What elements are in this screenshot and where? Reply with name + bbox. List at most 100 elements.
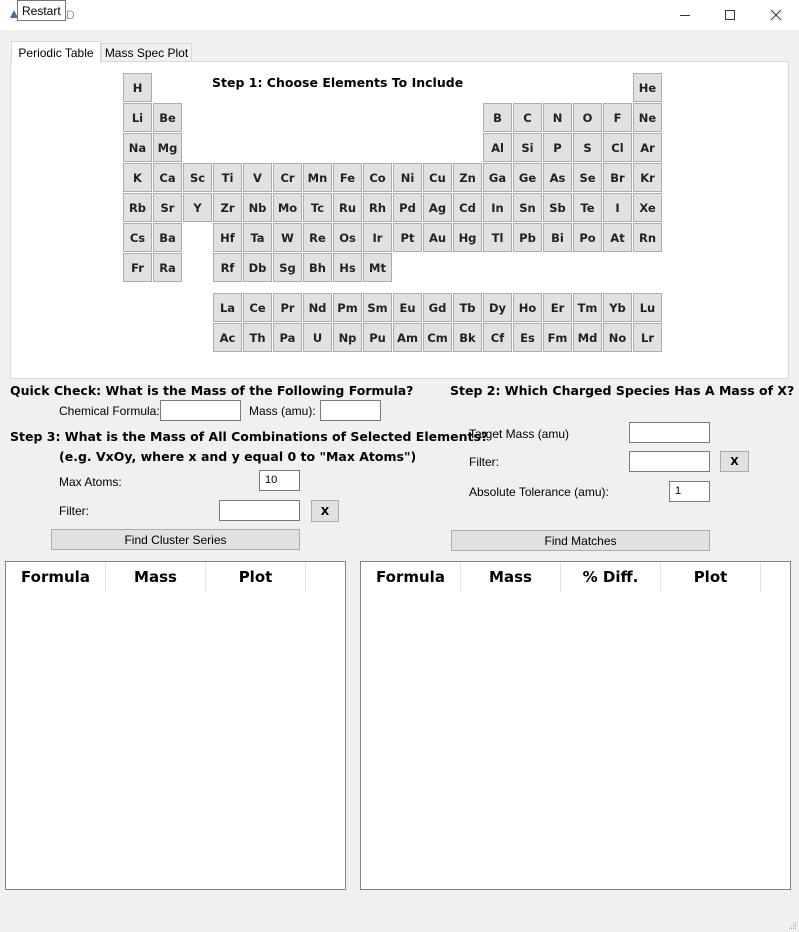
element-button-ac[interactable]: Ac	[213, 323, 242, 352]
element-button-o[interactable]: O	[573, 103, 602, 132]
element-button-na[interactable]: Na	[123, 133, 152, 162]
element-button-u[interactable]: U	[303, 323, 332, 352]
element-button-au[interactable]: Au	[423, 223, 452, 252]
element-button-pd[interactable]: Pd	[393, 193, 422, 222]
element-button-tb[interactable]: Tb	[453, 293, 482, 322]
element-button-po[interactable]: Po	[573, 223, 602, 252]
element-button-md[interactable]: Md	[573, 323, 602, 352]
element-button-al[interactable]: Al	[483, 133, 512, 162]
chemical-formula-input[interactable]	[160, 400, 241, 421]
tab-mass-spec-plot[interactable]: Mass Spec Plot	[101, 43, 192, 62]
element-button-pb[interactable]: Pb	[513, 223, 542, 252]
step2-clear-filter-button[interactable]: X	[720, 451, 749, 472]
column-header-mass[interactable]: Mass	[461, 562, 561, 592]
close-button[interactable]	[753, 0, 799, 30]
column-header-mass[interactable]: Mass	[106, 562, 206, 592]
element-button-bh[interactable]: Bh	[303, 253, 332, 282]
element-button-fr[interactable]: Fr	[123, 253, 152, 282]
element-button-cd[interactable]: Cd	[453, 193, 482, 222]
step3-filter-input[interactable]	[219, 500, 300, 521]
element-button-sg[interactable]: Sg	[273, 253, 302, 282]
element-button-th[interactable]: Th	[243, 323, 272, 352]
element-button-ni[interactable]: Ni	[393, 163, 422, 192]
element-button-he[interactable]: He	[633, 73, 662, 102]
element-button-y[interactable]: Y	[183, 193, 212, 222]
tolerance-input[interactable]: 1	[669, 481, 710, 502]
element-button-cr[interactable]: Cr	[273, 163, 302, 192]
element-button-sm[interactable]: Sm	[363, 293, 392, 322]
element-button-sr[interactable]: Sr	[153, 193, 182, 222]
element-button-rh[interactable]: Rh	[363, 193, 392, 222]
element-button-zr[interactable]: Zr	[213, 193, 242, 222]
element-button-ru[interactable]: Ru	[333, 193, 362, 222]
element-button-re[interactable]: Re	[303, 223, 332, 252]
element-button-yb[interactable]: Yb	[603, 293, 632, 322]
element-button-pa[interactable]: Pa	[273, 323, 302, 352]
element-button-lr[interactable]: Lr	[633, 323, 662, 352]
element-button-ta[interactable]: Ta	[243, 223, 272, 252]
column-header-percent-diff[interactable]: % Diff.	[561, 562, 661, 592]
element-button-i[interactable]: I	[603, 193, 632, 222]
element-button-es[interactable]: Es	[513, 323, 542, 352]
element-button-mt[interactable]: Mt	[363, 253, 392, 282]
element-button-hg[interactable]: Hg	[453, 223, 482, 252]
element-button-mn[interactable]: Mn	[303, 163, 332, 192]
column-header-plot[interactable]: Plot	[206, 562, 306, 592]
element-button-ga[interactable]: Ga	[483, 163, 512, 192]
find-cluster-series-button[interactable]: Find Cluster Series	[51, 529, 300, 550]
element-button-er[interactable]: Er	[543, 293, 572, 322]
element-button-sn[interactable]: Sn	[513, 193, 542, 222]
element-button-ar[interactable]: Ar	[633, 133, 662, 162]
element-button-dy[interactable]: Dy	[483, 293, 512, 322]
column-header-formula[interactable]: Formula	[6, 562, 106, 592]
element-button-zn[interactable]: Zn	[453, 163, 482, 192]
element-button-s[interactable]: S	[573, 133, 602, 162]
element-button-ce[interactable]: Ce	[243, 293, 272, 322]
mass-output[interactable]	[320, 400, 381, 421]
element-button-tm[interactable]: Tm	[573, 293, 602, 322]
element-button-cf[interactable]: Cf	[483, 323, 512, 352]
element-button-ho[interactable]: Ho	[513, 293, 542, 322]
element-button-v[interactable]: V	[243, 163, 272, 192]
element-button-mo[interactable]: Mo	[273, 193, 302, 222]
matches-table[interactable]: Formula Mass % Diff. Plot	[360, 561, 791, 890]
element-button-li[interactable]: Li	[123, 103, 152, 132]
element-button-ba[interactable]: Ba	[153, 223, 182, 252]
element-button-w[interactable]: W	[273, 223, 302, 252]
element-button-se[interactable]: Se	[573, 163, 602, 192]
element-button-rn[interactable]: Rn	[633, 223, 662, 252]
element-button-np[interactable]: Np	[333, 323, 362, 352]
element-button-la[interactable]: La	[213, 293, 242, 322]
find-matches-button[interactable]: Find Matches	[451, 530, 710, 551]
element-button-in[interactable]: In	[483, 193, 512, 222]
element-button-kr[interactable]: Kr	[633, 163, 662, 192]
element-button-si[interactable]: Si	[513, 133, 542, 162]
resize-grip-icon[interactable]	[787, 920, 797, 930]
element-button-cs[interactable]: Cs	[123, 223, 152, 252]
element-button-ge[interactable]: Ge	[513, 163, 542, 192]
element-button-f[interactable]: F	[603, 103, 632, 132]
element-button-br[interactable]: Br	[603, 163, 632, 192]
max-atoms-input[interactable]: 10	[259, 470, 300, 491]
element-button-hs[interactable]: Hs	[333, 253, 362, 282]
element-button-fm[interactable]: Fm	[543, 323, 572, 352]
element-button-n[interactable]: N	[543, 103, 572, 132]
element-button-tl[interactable]: Tl	[483, 223, 512, 252]
element-button-os[interactable]: Os	[333, 223, 362, 252]
element-button-cl[interactable]: Cl	[603, 133, 632, 162]
element-button-pu[interactable]: Pu	[363, 323, 392, 352]
column-header-formula[interactable]: Formula	[361, 562, 461, 592]
element-button-nb[interactable]: Nb	[243, 193, 272, 222]
element-button-xe[interactable]: Xe	[633, 193, 662, 222]
element-button-tc[interactable]: Tc	[303, 193, 332, 222]
element-button-as[interactable]: As	[543, 163, 572, 192]
element-button-rf[interactable]: Rf	[213, 253, 242, 282]
element-button-nd[interactable]: Nd	[303, 293, 332, 322]
element-button-pm[interactable]: Pm	[333, 293, 362, 322]
element-button-pt[interactable]: Pt	[393, 223, 422, 252]
element-button-h[interactable]: H	[123, 73, 152, 102]
element-button-sb[interactable]: Sb	[543, 193, 572, 222]
cluster-series-table[interactable]: Formula Mass Plot	[5, 561, 346, 890]
element-button-bi[interactable]: Bi	[543, 223, 572, 252]
element-button-db[interactable]: Db	[243, 253, 272, 282]
